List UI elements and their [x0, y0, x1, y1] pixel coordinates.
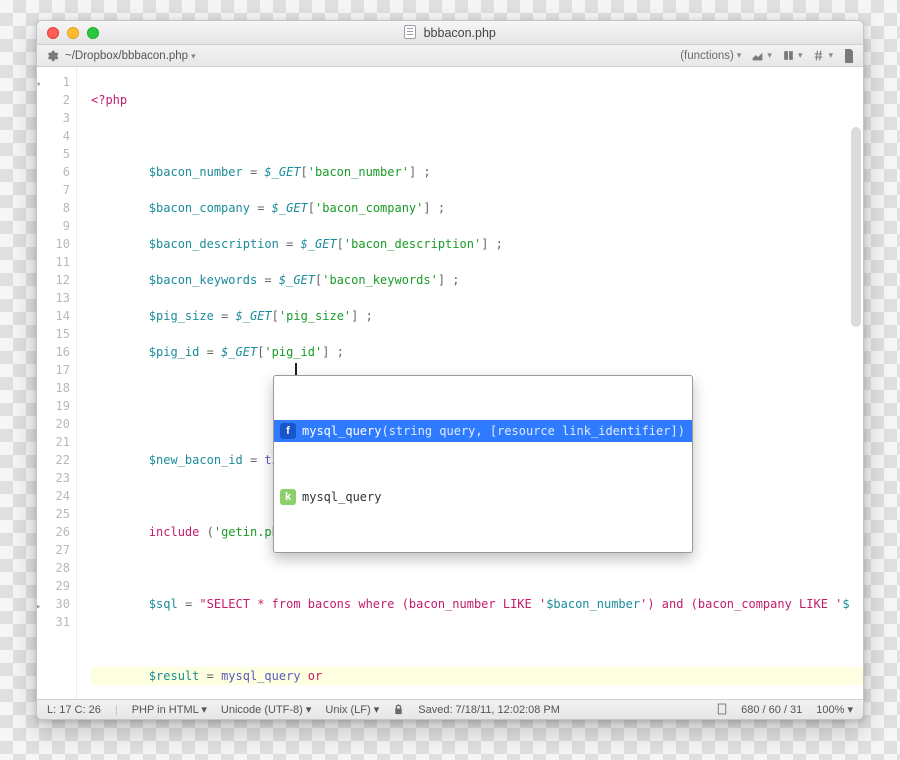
document-icon	[404, 25, 416, 39]
document-stats: 680 / 60 / 31	[741, 704, 802, 716]
functions-dropdown[interactable]: (functions)▾	[680, 50, 741, 62]
window-title: bbbacon.php	[37, 25, 863, 40]
editor-window: bbbacon.php ~/Dropbox/bbbacon.php▾ (func…	[36, 20, 864, 720]
function-badge-icon: f	[280, 423, 296, 439]
gear-icon[interactable]	[45, 49, 59, 63]
navigation-bar: ~/Dropbox/bbbacon.php▾ (functions)▾ ▾ ▾ …	[37, 45, 863, 67]
zoom-level[interactable]: 100% ▾	[816, 703, 853, 716]
lock-icon[interactable]	[393, 704, 404, 716]
titlebar: bbbacon.php	[37, 21, 863, 45]
marker-icon[interactable]: ▾	[751, 49, 772, 62]
status-bar: L: 17 C: 26 | PHP in HTML ▾ Unicode (UTF…	[37, 699, 863, 719]
autocomplete-item[interactable]: k mysql_query	[274, 486, 692, 508]
encoding-dropdown[interactable]: Unicode (UTF-8) ▾	[221, 703, 312, 716]
path-dropdown[interactable]: ~/Dropbox/bbbacon.php▾	[65, 50, 196, 62]
hash-icon[interactable]: ▾	[812, 49, 833, 62]
language-dropdown[interactable]: PHP in HTML ▾	[132, 703, 207, 716]
line-gutter: ▾1 2345678 9101112131415 16171819202122 …	[37, 67, 77, 699]
counterpart-icon[interactable]: ▾	[782, 49, 803, 62]
saved-timestamp: Saved: 7/18/11, 12:02:08 PM	[418, 704, 560, 716]
autocomplete-popup[interactable]: f mysql_query(string query, [resource li…	[273, 375, 693, 553]
autocomplete-item-selected[interactable]: f mysql_query(string query, [resource li…	[274, 420, 692, 442]
document-stats-icon	[717, 703, 727, 716]
document-toolbar-icon[interactable]	[843, 49, 855, 63]
code-area[interactable]: <?php $bacon_number = $_GET['bacon_numbe…	[77, 67, 863, 699]
php-open-tag: <?php	[91, 93, 127, 107]
vertical-scrollbar[interactable]	[851, 127, 861, 327]
cursor-position: L: 17 C: 26	[47, 704, 101, 716]
code-editor[interactable]: ▾1 2345678 9101112131415 16171819202122 …	[37, 67, 863, 699]
keyword-badge-icon: k	[280, 489, 296, 505]
title-text: bbbacon.php	[424, 26, 496, 40]
line-endings-dropdown[interactable]: Unix (LF) ▾	[325, 703, 379, 716]
